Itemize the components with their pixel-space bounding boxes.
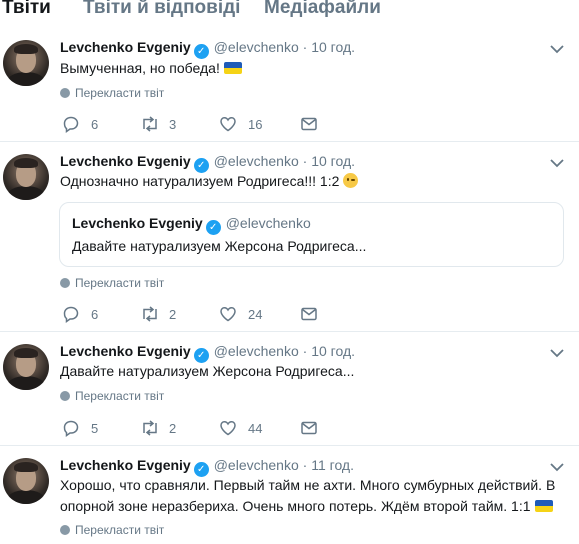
tweet-time[interactable]: 10 год. — [311, 39, 355, 55]
globe-icon — [60, 525, 70, 535]
translate-tweet-link[interactable]: Перекласти твіт — [60, 86, 164, 100]
reply-icon — [63, 306, 79, 323]
like-count: 44 — [248, 421, 263, 436]
chevron-down-icon[interactable] — [550, 462, 564, 472]
avatar[interactable] — [3, 458, 49, 504]
avatar[interactable] — [3, 40, 49, 86]
like-count: 24 — [248, 307, 263, 322]
envelope-icon — [301, 117, 317, 131]
profile-tabs: Твіти Твіти й відповіді Медіафайли — [0, 0, 579, 22]
tweet-4[interactable]: Levchenko Evgeniy ✓ @elevchenko · 11 год. … — [0, 446, 579, 544]
quoted-tweet-text: Давайте натурализуем Жерсона Родригеса..… — [72, 238, 367, 254]
tweet-actions: 5 2 44 — [60, 418, 360, 438]
tweet-header: Levchenko Evgeniy ✓ @elevchenko · 10 год. — [60, 343, 355, 363]
verified-icon: ✓ — [205, 220, 221, 235]
tweet-time[interactable]: 10 год. — [311, 153, 355, 169]
tab-media[interactable]: Медіафайли — [264, 0, 381, 19]
author-handle[interactable]: @elevchenko — [214, 457, 299, 473]
tweet-actions: 6 2 24 — [60, 304, 360, 324]
retweet-icon — [143, 116, 157, 132]
translate-tweet-link[interactable]: Перекласти твіт — [60, 389, 164, 403]
separator-dot: · — [298, 457, 312, 473]
avatar[interactable] — [3, 154, 49, 200]
envelope-icon — [301, 307, 317, 321]
like-count: 16 — [248, 117, 263, 132]
heart-icon — [220, 421, 236, 436]
retweet-icon — [143, 306, 157, 322]
tweet-time[interactable]: 10 год. — [311, 343, 355, 359]
retweet-count: 2 — [169, 307, 177, 322]
avatar[interactable] — [3, 344, 49, 390]
globe-icon — [60, 391, 70, 401]
tweet-header: Levchenko Evgeniy ✓ @elevchenko · 11 год. — [60, 457, 354, 477]
tweet-text: Вымученная, но победа! — [60, 58, 560, 78]
author-name[interactable]: Levchenko Evgeniy — [60, 343, 191, 359]
quoted-tweet-header: Levchenko Evgeniy ✓ @elevchenko — [72, 215, 311, 235]
retweet-icon — [143, 420, 157, 436]
tweet-header: Levchenko Evgeniy ✓ @elevchenko · 10 год. — [60, 39, 355, 59]
envelope-icon — [301, 421, 317, 435]
quoted-author-name: Levchenko Evgeniy — [72, 215, 203, 231]
translate-tweet-link[interactable]: Перекласти твіт — [60, 276, 164, 290]
author-name[interactable]: Levchenko Evgeniy — [60, 153, 191, 169]
tweet-actions: 6 3 16 — [60, 114, 360, 134]
ukraine-flag-icon — [534, 499, 553, 512]
quoted-tweet[interactable]: Levchenko Evgeniy ✓ @elevchenko Давайте на… — [59, 202, 564, 267]
separator-dot: · — [298, 153, 312, 169]
tweet-2[interactable]: Levchenko Evgeniy ✓ @elevchenko · 10 год. … — [0, 142, 579, 332]
translate-tweet-link[interactable]: Перекласти твіт — [60, 523, 164, 537]
quoted-author-handle: @elevchenko — [225, 215, 311, 231]
author-handle[interactable]: @elevchenko — [214, 343, 299, 359]
reply-count: 6 — [91, 307, 99, 322]
winking-face-icon — [343, 173, 359, 188]
tweet-3[interactable]: Levchenko Evgeniy ✓ @elevchenko · 10 год. … — [0, 332, 579, 446]
chevron-down-icon[interactable] — [550, 348, 564, 358]
retweet-count: 3 — [169, 117, 177, 132]
heart-icon — [220, 117, 236, 132]
chevron-down-icon[interactable] — [550, 158, 564, 168]
reply-icon — [63, 116, 79, 133]
author-handle[interactable]: @elevchenko — [214, 39, 299, 55]
reply-icon — [63, 420, 79, 437]
retweet-count: 2 — [169, 421, 177, 436]
separator-dot: · — [298, 343, 312, 359]
reply-count: 6 — [91, 117, 99, 132]
ukraine-flag-icon — [223, 62, 242, 74]
tweet-time[interactable]: 11 год. — [311, 457, 354, 473]
verified-icon: ✓ — [193, 44, 209, 59]
reply-count: 5 — [91, 421, 99, 436]
tweet-text: Давайте натурализуем Жерсона Родригеса..… — [60, 363, 355, 379]
tweet-text: Однозначно натурализуем Родригеса!!! 1:2 — [60, 171, 560, 191]
separator-dot: · — [298, 39, 312, 55]
tweet-header: Levchenko Evgeniy ✓ @elevchenko · 10 год. — [60, 153, 355, 173]
author-name[interactable]: Levchenko Evgeniy — [60, 39, 191, 55]
tab-tweets-and-replies[interactable]: Твіти й відповіді — [83, 0, 240, 19]
globe-icon — [60, 88, 70, 98]
tweet-text: Хорошо, что сравняли. Первый тайм не ахт… — [60, 477, 556, 514]
heart-icon — [220, 307, 236, 322]
author-name[interactable]: Levchenko Evgeniy — [60, 457, 191, 473]
tweet-1[interactable]: Levchenko Evgeniy ✓ @elevchenko · 10 год. … — [0, 28, 579, 142]
globe-icon — [60, 278, 70, 288]
chevron-down-icon[interactable] — [550, 44, 564, 54]
tab-tweets[interactable]: Твіти — [2, 0, 51, 19]
author-handle[interactable]: @elevchenko — [214, 153, 299, 169]
